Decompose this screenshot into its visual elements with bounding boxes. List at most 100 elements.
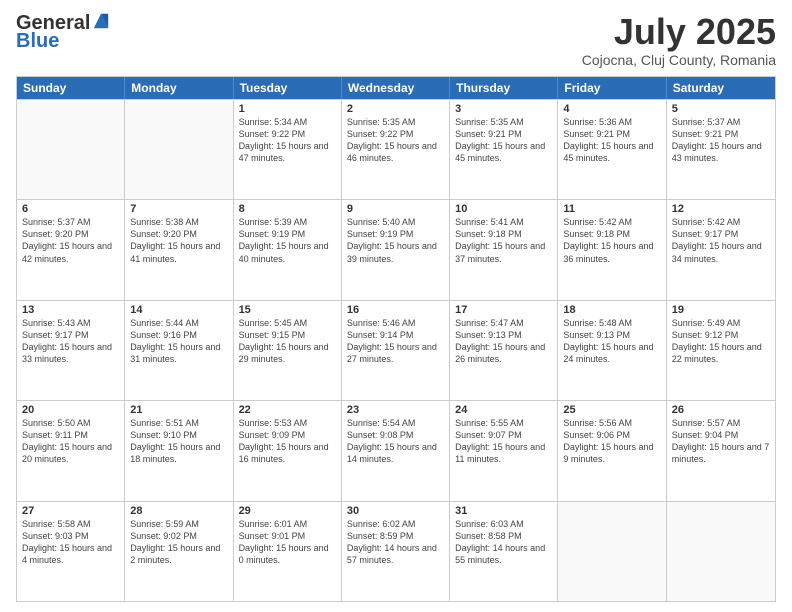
calendar-cell-30: 30Sunrise: 6:02 AM Sunset: 8:59 PM Dayli…	[342, 502, 450, 601]
day-info: Sunrise: 5:55 AM Sunset: 9:07 PM Dayligh…	[455, 417, 552, 466]
day-info: Sunrise: 5:36 AM Sunset: 9:21 PM Dayligh…	[563, 116, 660, 165]
day-number: 28	[130, 505, 227, 517]
day-number: 1	[239, 103, 336, 115]
day-info: Sunrise: 5:45 AM Sunset: 9:15 PM Dayligh…	[239, 317, 336, 366]
day-info: Sunrise: 5:46 AM Sunset: 9:14 PM Dayligh…	[347, 317, 444, 366]
day-info: Sunrise: 5:43 AM Sunset: 9:17 PM Dayligh…	[22, 317, 119, 366]
day-info: Sunrise: 5:35 AM Sunset: 9:22 PM Dayligh…	[347, 116, 444, 165]
calendar-body: 1Sunrise: 5:34 AM Sunset: 9:22 PM Daylig…	[17, 99, 775, 601]
day-info: Sunrise: 5:58 AM Sunset: 9:03 PM Dayligh…	[22, 518, 119, 567]
day-number: 5	[672, 103, 770, 115]
day-number: 29	[239, 505, 336, 517]
logo-blue-text: Blue	[16, 30, 110, 52]
calendar-cell-empty	[17, 100, 125, 199]
day-info: Sunrise: 5:37 AM Sunset: 9:21 PM Dayligh…	[672, 116, 770, 165]
day-info: Sunrise: 5:42 AM Sunset: 9:17 PM Dayligh…	[672, 216, 770, 265]
day-number: 4	[563, 103, 660, 115]
calendar-cell-2: 2Sunrise: 5:35 AM Sunset: 9:22 PM Daylig…	[342, 100, 450, 199]
day-info: Sunrise: 5:56 AM Sunset: 9:06 PM Dayligh…	[563, 417, 660, 466]
calendar-cell-4: 4Sunrise: 5:36 AM Sunset: 9:21 PM Daylig…	[558, 100, 666, 199]
day-info: Sunrise: 6:01 AM Sunset: 9:01 PM Dayligh…	[239, 518, 336, 567]
calendar-cell-18: 18Sunrise: 5:48 AM Sunset: 9:13 PM Dayli…	[558, 301, 666, 400]
day-info: Sunrise: 5:47 AM Sunset: 9:13 PM Dayligh…	[455, 317, 552, 366]
day-info: Sunrise: 5:40 AM Sunset: 9:19 PM Dayligh…	[347, 216, 444, 265]
day-number: 27	[22, 505, 119, 517]
calendar-cell-15: 15Sunrise: 5:45 AM Sunset: 9:15 PM Dayli…	[234, 301, 342, 400]
calendar-cell-10: 10Sunrise: 5:41 AM Sunset: 9:18 PM Dayli…	[450, 200, 558, 299]
calendar-cell-5: 5Sunrise: 5:37 AM Sunset: 9:21 PM Daylig…	[667, 100, 775, 199]
day-info: Sunrise: 5:53 AM Sunset: 9:09 PM Dayligh…	[239, 417, 336, 466]
calendar-cell-7: 7Sunrise: 5:38 AM Sunset: 9:20 PM Daylig…	[125, 200, 233, 299]
day-info: Sunrise: 5:37 AM Sunset: 9:20 PM Dayligh…	[22, 216, 119, 265]
calendar-cell-empty	[667, 502, 775, 601]
calendar-cell-12: 12Sunrise: 5:42 AM Sunset: 9:17 PM Dayli…	[667, 200, 775, 299]
calendar-cell-16: 16Sunrise: 5:46 AM Sunset: 9:14 PM Dayli…	[342, 301, 450, 400]
day-number: 18	[563, 304, 660, 316]
day-number: 16	[347, 304, 444, 316]
day-number: 12	[672, 203, 770, 215]
calendar-header: SundayMondayTuesdayWednesdayThursdayFrid…	[17, 77, 775, 99]
day-number: 9	[347, 203, 444, 215]
day-info: Sunrise: 5:42 AM Sunset: 9:18 PM Dayligh…	[563, 216, 660, 265]
calendar-header-tuesday: Tuesday	[234, 77, 342, 99]
day-number: 3	[455, 103, 552, 115]
day-number: 11	[563, 203, 660, 215]
calendar-cell-23: 23Sunrise: 5:54 AM Sunset: 9:08 PM Dayli…	[342, 401, 450, 500]
day-info: Sunrise: 6:02 AM Sunset: 8:59 PM Dayligh…	[347, 518, 444, 567]
calendar-cell-28: 28Sunrise: 5:59 AM Sunset: 9:02 PM Dayli…	[125, 502, 233, 601]
page-container: General Blue July 2025 Cojocna, Cluj Cou…	[0, 0, 792, 612]
day-info: Sunrise: 5:59 AM Sunset: 9:02 PM Dayligh…	[130, 518, 227, 567]
calendar-cell-22: 22Sunrise: 5:53 AM Sunset: 9:09 PM Dayli…	[234, 401, 342, 500]
calendar-row-4: 20Sunrise: 5:50 AM Sunset: 9:11 PM Dayli…	[17, 400, 775, 500]
calendar-cell-27: 27Sunrise: 5:58 AM Sunset: 9:03 PM Dayli…	[17, 502, 125, 601]
calendar-cell-24: 24Sunrise: 5:55 AM Sunset: 9:07 PM Dayli…	[450, 401, 558, 500]
calendar-header-monday: Monday	[125, 77, 233, 99]
logo: General Blue	[16, 12, 110, 52]
day-info: Sunrise: 5:44 AM Sunset: 9:16 PM Dayligh…	[130, 317, 227, 366]
calendar-header-sunday: Sunday	[17, 77, 125, 99]
day-number: 25	[563, 404, 660, 416]
day-number: 21	[130, 404, 227, 416]
calendar-cell-25: 25Sunrise: 5:56 AM Sunset: 9:06 PM Dayli…	[558, 401, 666, 500]
day-number: 19	[672, 304, 770, 316]
calendar-cell-19: 19Sunrise: 5:49 AM Sunset: 9:12 PM Dayli…	[667, 301, 775, 400]
day-number: 22	[239, 404, 336, 416]
day-number: 10	[455, 203, 552, 215]
day-number: 13	[22, 304, 119, 316]
day-info: Sunrise: 5:51 AM Sunset: 9:10 PM Dayligh…	[130, 417, 227, 466]
day-info: Sunrise: 5:38 AM Sunset: 9:20 PM Dayligh…	[130, 216, 227, 265]
logo-icon	[92, 10, 110, 32]
calendar-header-saturday: Saturday	[667, 77, 775, 99]
calendar-header-wednesday: Wednesday	[342, 77, 450, 99]
day-number: 2	[347, 103, 444, 115]
calendar-cell-empty	[125, 100, 233, 199]
calendar-row-1: 1Sunrise: 5:34 AM Sunset: 9:22 PM Daylig…	[17, 99, 775, 199]
calendar-cell-1: 1Sunrise: 5:34 AM Sunset: 9:22 PM Daylig…	[234, 100, 342, 199]
calendar-cell-26: 26Sunrise: 5:57 AM Sunset: 9:04 PM Dayli…	[667, 401, 775, 500]
day-number: 17	[455, 304, 552, 316]
title-section: July 2025 Cojocna, Cluj County, Romania	[582, 12, 776, 68]
calendar-cell-8: 8Sunrise: 5:39 AM Sunset: 9:19 PM Daylig…	[234, 200, 342, 299]
day-info: Sunrise: 5:57 AM Sunset: 9:04 PM Dayligh…	[672, 417, 770, 466]
calendar-cell-3: 3Sunrise: 5:35 AM Sunset: 9:21 PM Daylig…	[450, 100, 558, 199]
day-info: Sunrise: 5:50 AM Sunset: 9:11 PM Dayligh…	[22, 417, 119, 466]
day-info: Sunrise: 5:34 AM Sunset: 9:22 PM Dayligh…	[239, 116, 336, 165]
calendar-cell-20: 20Sunrise: 5:50 AM Sunset: 9:11 PM Dayli…	[17, 401, 125, 500]
calendar-row-2: 6Sunrise: 5:37 AM Sunset: 9:20 PM Daylig…	[17, 199, 775, 299]
calendar-cell-14: 14Sunrise: 5:44 AM Sunset: 9:16 PM Dayli…	[125, 301, 233, 400]
calendar-cell-21: 21Sunrise: 5:51 AM Sunset: 9:10 PM Dayli…	[125, 401, 233, 500]
day-number: 8	[239, 203, 336, 215]
calendar-row-3: 13Sunrise: 5:43 AM Sunset: 9:17 PM Dayli…	[17, 300, 775, 400]
page-header: General Blue July 2025 Cojocna, Cluj Cou…	[16, 12, 776, 68]
calendar-cell-6: 6Sunrise: 5:37 AM Sunset: 9:20 PM Daylig…	[17, 200, 125, 299]
day-number: 31	[455, 505, 552, 517]
calendar-header-thursday: Thursday	[450, 77, 558, 99]
logo-text: General Blue	[16, 12, 110, 52]
day-number: 15	[239, 304, 336, 316]
day-number: 20	[22, 404, 119, 416]
calendar-cell-13: 13Sunrise: 5:43 AM Sunset: 9:17 PM Dayli…	[17, 301, 125, 400]
day-number: 23	[347, 404, 444, 416]
calendar-cell-11: 11Sunrise: 5:42 AM Sunset: 9:18 PM Dayli…	[558, 200, 666, 299]
day-number: 30	[347, 505, 444, 517]
day-info: Sunrise: 5:41 AM Sunset: 9:18 PM Dayligh…	[455, 216, 552, 265]
